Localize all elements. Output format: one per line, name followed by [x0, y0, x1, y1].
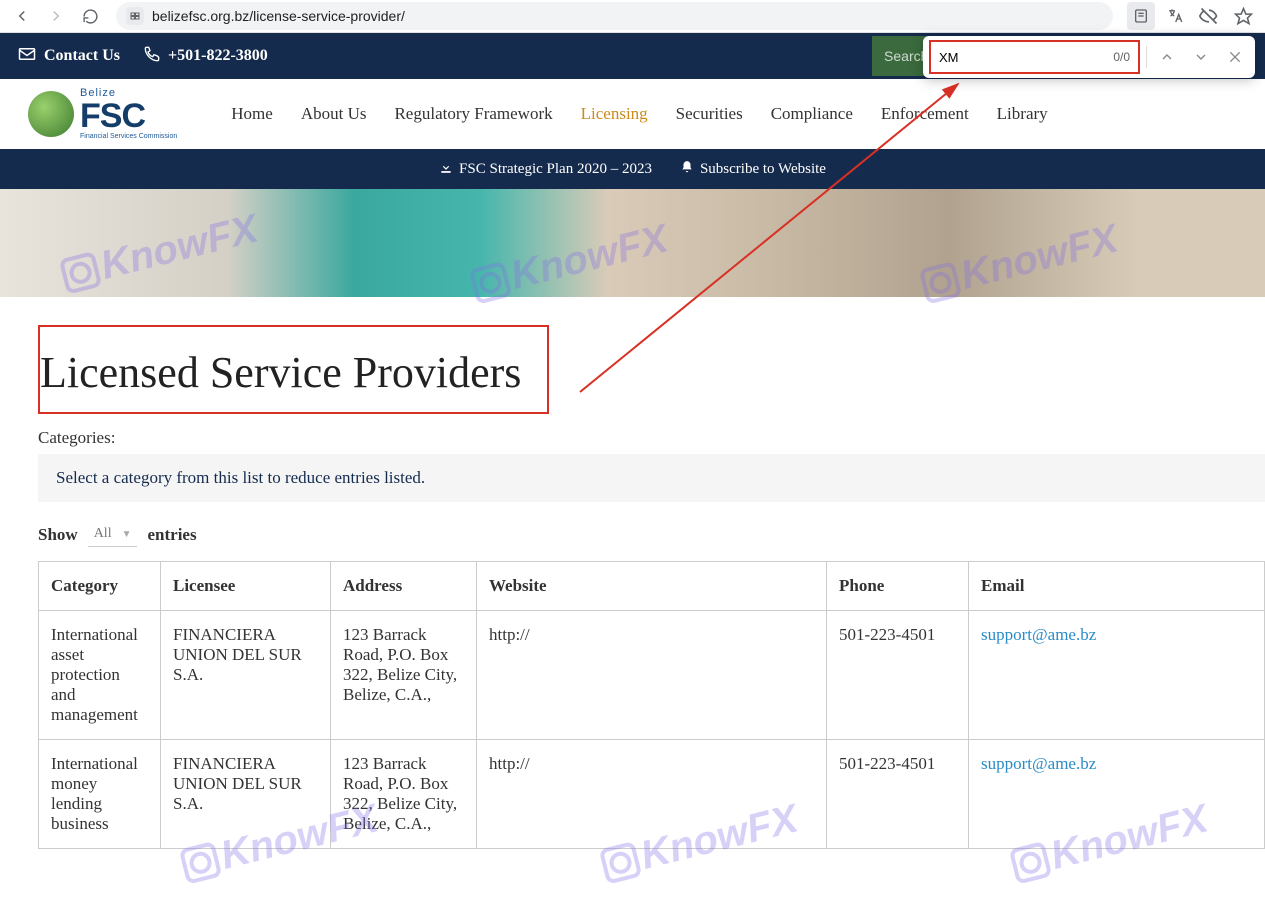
bell-icon — [680, 160, 694, 179]
logo-line3: Financial Services Commission — [80, 133, 177, 140]
envelope-icon — [18, 47, 36, 66]
find-in-page-bar: 0/0 — [923, 36, 1255, 78]
table-cell: http:// — [477, 611, 827, 740]
download-icon — [439, 160, 453, 179]
address-bar[interactable]: belizefsc.org.bz/license-service-provide… — [116, 2, 1113, 30]
logo-line2: FSC — [80, 99, 177, 133]
table-header[interactable]: Website — [477, 562, 827, 611]
table-cell: International money lending business — [39, 740, 161, 849]
category-placeholder: Select a category from this list to redu… — [56, 468, 425, 487]
contact-label: Contact Us — [44, 47, 120, 65]
site-info-icon[interactable] — [126, 7, 144, 25]
table-row: International money lending businessFINA… — [39, 740, 1265, 849]
nav-link[interactable]: About Us — [301, 104, 367, 124]
nav-link[interactable]: Home — [231, 104, 273, 124]
nav-link[interactable]: Securities — [676, 104, 743, 124]
email-link[interactable]: support@ame.bz — [981, 754, 1096, 773]
subscribe-label: Subscribe to Website — [700, 161, 826, 178]
page-content: Licensed Service Providers Categories: S… — [0, 297, 1265, 849]
table-header[interactable]: Licensee — [161, 562, 331, 611]
category-select[interactable]: Select a category from this list to redu… — [38, 454, 1265, 502]
table-cell[interactable]: support@ame.bz — [969, 740, 1265, 849]
browser-toolbar: belizefsc.org.bz/license-service-provide… — [0, 0, 1265, 33]
incognito-icon[interactable] — [1195, 2, 1223, 30]
table-cell: 501-223-4501 — [827, 611, 969, 740]
table-header[interactable]: Address — [331, 562, 477, 611]
nav-link[interactable]: Enforcement — [881, 104, 969, 124]
find-input-wrap: 0/0 — [929, 40, 1140, 74]
globe-icon — [28, 91, 74, 137]
back-button[interactable] — [8, 2, 36, 30]
reload-button[interactable] — [76, 2, 104, 30]
entries-value: All — [94, 526, 112, 542]
contact-link[interactable]: Contact Us — [18, 47, 120, 66]
phone-label: +501-822-3800 — [168, 47, 268, 65]
subscribe-link[interactable]: Subscribe to Website — [680, 160, 826, 179]
phone-icon — [144, 46, 160, 67]
table-cell: FINANCIERA UNION DEL SUR S.A. — [161, 740, 331, 849]
hero-banner — [0, 189, 1265, 297]
entries-label: entries — [147, 525, 196, 545]
table-cell: 501-223-4501 — [827, 740, 969, 849]
phone-link[interactable]: +501-822-3800 — [144, 46, 268, 67]
strategic-plan-link[interactable]: FSC Strategic Plan 2020 – 2023 — [439, 160, 652, 179]
site-logo[interactable]: Belize FSC Financial Services Commission — [28, 88, 177, 140]
nav-link[interactable]: Compliance — [771, 104, 853, 124]
table-cell: 123 Barrack Road, P.O. Box 322, Belize C… — [331, 740, 477, 849]
ribbon-bar: FSC Strategic Plan 2020 – 2023 Subscribe… — [0, 149, 1265, 189]
page-title-highlight: Licensed Service Providers — [38, 325, 549, 414]
table-cell[interactable]: support@ame.bz — [969, 611, 1265, 740]
entries-dropdown[interactable]: All ▼ — [88, 522, 138, 547]
table-cell: http:// — [477, 740, 827, 849]
find-count: 0/0 — [1113, 50, 1130, 64]
table-cell: International asset protection and manag… — [39, 611, 161, 740]
translate-icon[interactable] — [1161, 2, 1189, 30]
bookmark-star-icon[interactable] — [1229, 2, 1257, 30]
url-text: belizefsc.org.bz/license-service-provide… — [152, 8, 405, 24]
table-header[interactable]: Email — [969, 562, 1265, 611]
find-prev-button[interactable] — [1153, 43, 1181, 71]
find-close-button[interactable] — [1221, 43, 1249, 71]
table-cell: FINANCIERA UNION DEL SUR S.A. — [161, 611, 331, 740]
email-link[interactable]: support@ame.bz — [981, 625, 1096, 644]
categories-label: Categories: — [38, 428, 1265, 448]
chevron-down-icon: ▼ — [122, 529, 132, 540]
nav-link[interactable]: Regulatory Framework — [394, 104, 552, 124]
table-cell: 123 Barrack Road, P.O. Box 322, Belize C… — [331, 611, 477, 740]
table-row: International asset protection and manag… — [39, 611, 1265, 740]
show-label: Show — [38, 525, 78, 545]
table-header[interactable]: Category — [39, 562, 161, 611]
nav-link[interactable]: Library — [997, 104, 1048, 124]
forward-button[interactable] — [42, 2, 70, 30]
providers-table: CategoryLicenseeAddressWebsitePhoneEmail… — [38, 561, 1265, 849]
page-title: Licensed Service Providers — [40, 347, 521, 398]
find-next-button[interactable] — [1187, 43, 1215, 71]
nav-link[interactable]: Licensing — [581, 104, 648, 124]
table-header[interactable]: Phone — [827, 562, 969, 611]
find-input[interactable] — [939, 50, 1059, 65]
main-nav: Belize FSC Financial Services Commission… — [0, 79, 1265, 149]
reader-mode-icon[interactable] — [1127, 2, 1155, 30]
plan-label: FSC Strategic Plan 2020 – 2023 — [459, 161, 652, 178]
